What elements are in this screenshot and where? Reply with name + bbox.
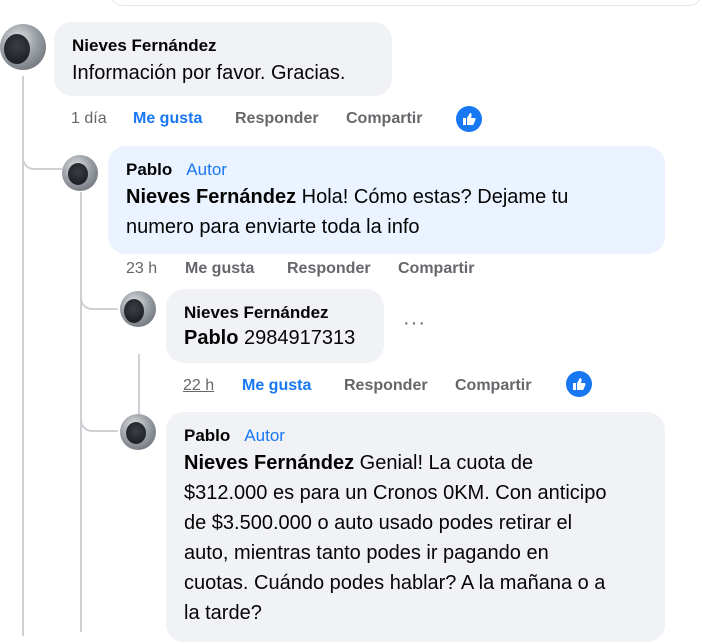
reply-text: Pablo 2984917313 (184, 323, 370, 353)
thread-line-branch-2 (80, 290, 118, 310)
reply-text-line: Hola! Cómo estas? Dejame tu (296, 186, 569, 208)
reply-author[interactable]: Pablo (126, 160, 172, 179)
avatar[interactable] (0, 24, 46, 70)
reply-button[interactable]: Responder (344, 377, 428, 395)
author-badge: Autor (244, 426, 285, 445)
reply-bubble: Nieves Fernández Pablo 2984917313 (166, 289, 384, 363)
reply-button[interactable]: Responder (235, 110, 319, 128)
reply-text: Nieves Fernández Hola! Cómo estas? Dejam… (126, 182, 651, 242)
previous-comment-edge (110, 0, 702, 6)
comment-time[interactable]: 1 día (71, 110, 107, 128)
reply-text-line: Genial! La cuota de (354, 452, 534, 474)
reply-time[interactable]: 23 h (126, 260, 157, 278)
reply-text: Nieves Fernández Genial! La cuota de $31… (184, 448, 651, 628)
like-button[interactable]: Me gusta (242, 377, 311, 395)
thumbs-up-icon[interactable] (566, 371, 592, 397)
reply-time[interactable]: 22 h (183, 377, 214, 395)
avatar[interactable] (120, 291, 156, 327)
mention-link[interactable]: Nieves Fernández (184, 452, 354, 474)
mention-link[interactable]: Nieves Fernández (126, 186, 296, 208)
reply-text-line: 2984917313 (238, 327, 356, 349)
comment-bubble: Nieves Fernández Información por favor. … (54, 22, 392, 96)
reply-bubble: Pablo Autor Nieves Fernández Genial! La c… (166, 412, 665, 642)
reply-text-line: auto, mientras tanto podes ir pagando en (184, 542, 549, 564)
reply-bubble: Pablo Autor Nieves Fernández Hola! Cómo e… (108, 146, 665, 254)
like-button[interactable]: Me gusta (133, 110, 202, 128)
comment-author[interactable]: Nieves Fernández (72, 36, 378, 56)
reply-text-line: $312.000 es para un Cronos 0KM. Con anti… (184, 482, 607, 504)
share-button[interactable]: Compartir (455, 377, 531, 395)
reply-text-line: cuotas. Cuándo podes hablar? A la mañana… (184, 572, 606, 594)
thread-line-sub-2 (138, 354, 140, 414)
like-button[interactable]: Me gusta (185, 260, 254, 278)
more-options-icon[interactable]: ··· (403, 312, 426, 335)
share-button[interactable]: Compartir (398, 260, 474, 278)
reply-button[interactable]: Responder (287, 260, 371, 278)
reply-author[interactable]: Pablo (184, 426, 230, 445)
thread-line-branch-3 (80, 412, 118, 432)
author-badge: Autor (186, 160, 227, 179)
thread-line-branch-1 (22, 150, 62, 170)
comment-text: Información por favor. Gracias. (72, 62, 346, 84)
reply-text-line: numero para enviarte toda la info (126, 216, 420, 238)
thumbs-up-icon[interactable] (456, 106, 482, 132)
mention-link[interactable]: Pablo (184, 327, 238, 349)
avatar[interactable] (62, 155, 98, 191)
reply-text-line: de $3.500.000 o auto usado podes retirar… (184, 512, 573, 534)
reply-author[interactable]: Nieves Fernández (184, 303, 370, 323)
avatar[interactable] (120, 414, 156, 450)
share-button[interactable]: Compartir (346, 110, 422, 128)
